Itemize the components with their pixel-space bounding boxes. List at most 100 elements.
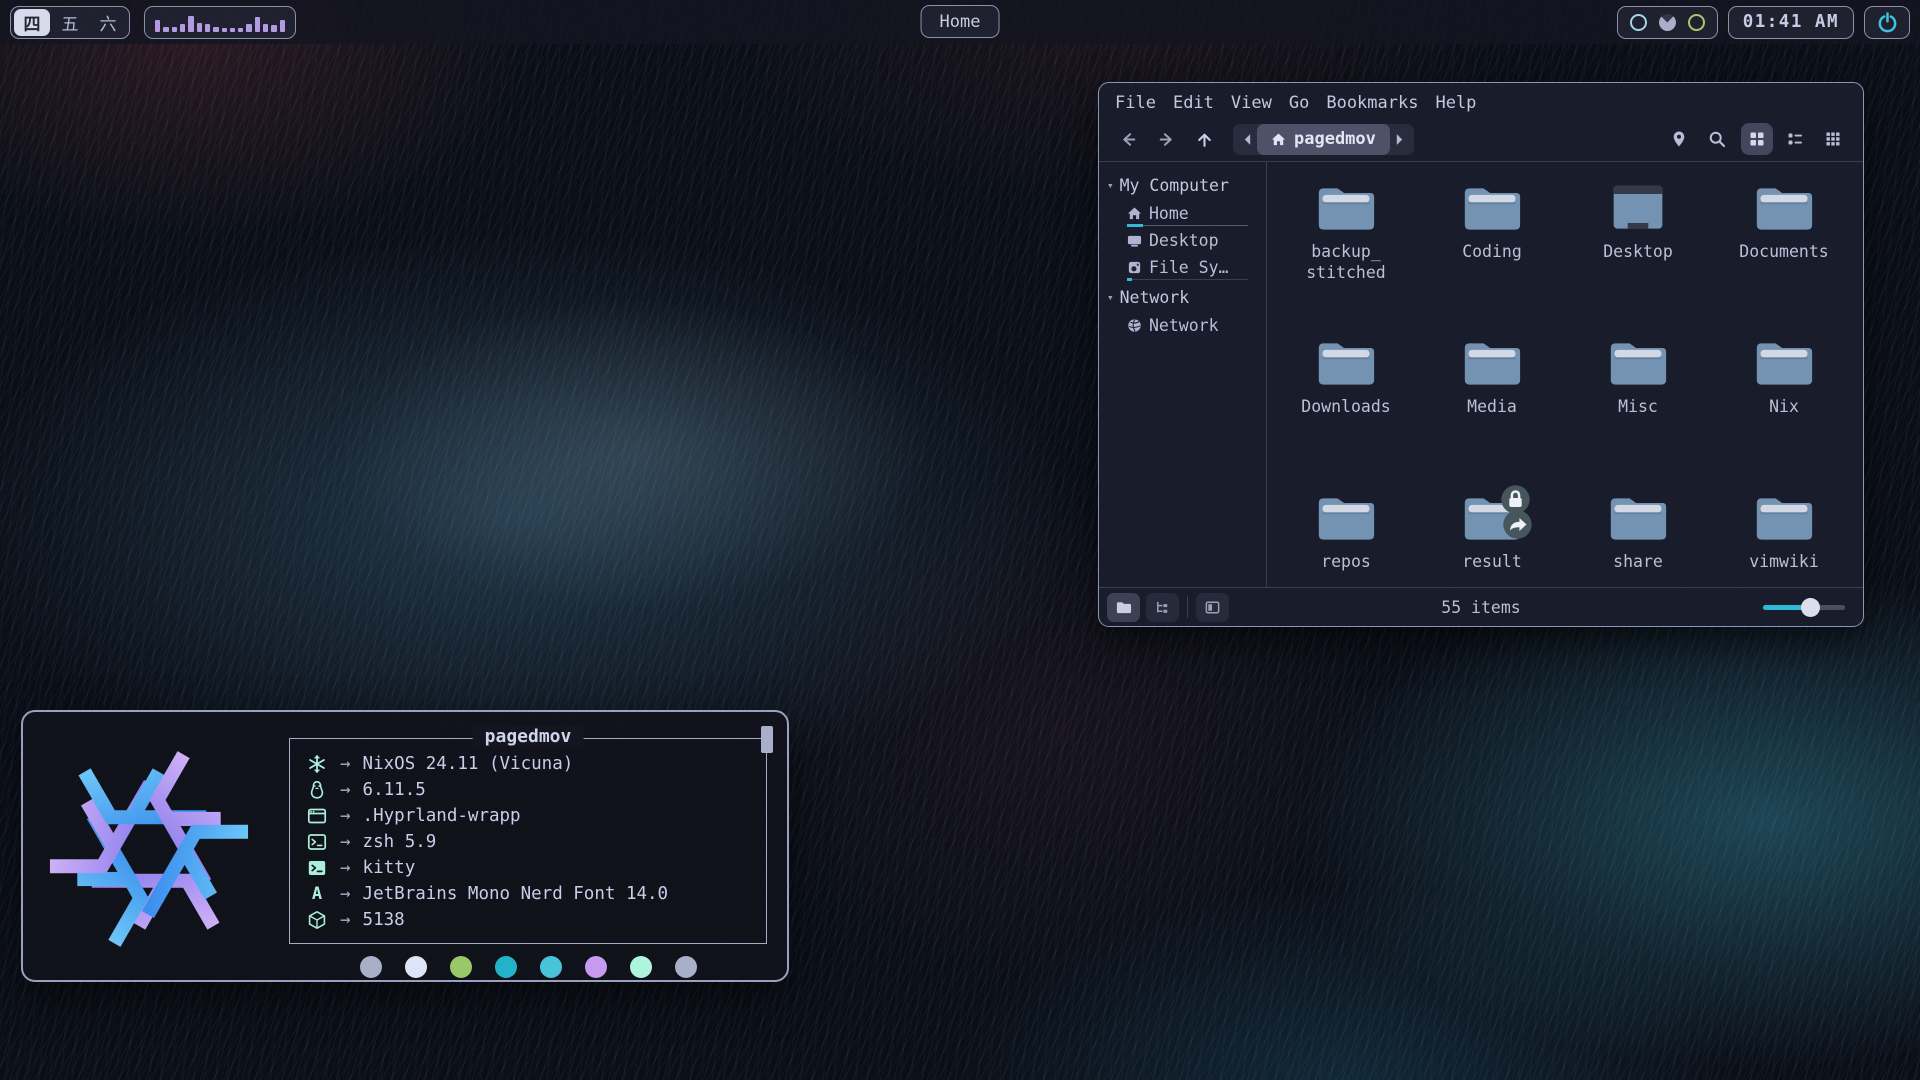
workspace-5[interactable]: 五 — [52, 9, 88, 36]
arrow-glyph: → — [340, 806, 351, 826]
sidebar-section-network[interactable]: ▾ Network — [1107, 284, 1266, 311]
status-ring-icon[interactable] — [1688, 14, 1705, 31]
folder-icon — [1608, 337, 1668, 389]
workspace-4[interactable]: 四 — [14, 9, 50, 36]
folder-label: Coding — [1462, 241, 1522, 262]
visualizer-bar — [188, 16, 193, 32]
fetch-row-kernel: → 6.11.5 — [304, 777, 754, 803]
back-button[interactable] — [1113, 124, 1143, 154]
terminal-palette — [289, 956, 767, 978]
wm-window-icon — [307, 806, 327, 826]
back-icon — [1119, 130, 1138, 149]
fetch-frame: pagedmov → NixOS 24.11 (Vicuna) → 6.11.5… — [289, 738, 767, 944]
folder-icon — [1608, 492, 1668, 544]
visualizer-bar — [230, 28, 235, 32]
grid-view-icon — [1748, 130, 1766, 148]
folder-grid: backup_ stitched Coding Desktop Document… — [1267, 162, 1863, 587]
menu-file[interactable]: File — [1115, 93, 1156, 113]
folder-icon — [1462, 337, 1522, 389]
idle-inhibitor-icon[interactable] — [1630, 14, 1647, 31]
folder-item-desktop[interactable]: Desktop — [1565, 182, 1711, 337]
folder-label: result — [1462, 551, 1522, 572]
folder-label: Documents — [1739, 241, 1828, 262]
location-button[interactable] — [1663, 123, 1695, 155]
font-value: JetBrains Mono Nerd Font 14.0 — [363, 884, 669, 904]
slider-handle[interactable] — [1801, 598, 1820, 617]
folder-label: vimwiki — [1749, 551, 1819, 572]
terminal-window: pagedmov → NixOS 24.11 (Vicuna) → 6.11.5… — [21, 710, 789, 982]
clock[interactable]: 01:41 AM — [1728, 6, 1854, 39]
workspace-6[interactable]: 六 — [90, 9, 126, 36]
menu-view[interactable]: View — [1231, 93, 1272, 113]
palette-dot — [675, 956, 697, 978]
visualizer-bar — [238, 28, 243, 32]
terminal-cursor — [761, 726, 773, 753]
menu-bookmarks[interactable]: Bookmarks — [1326, 93, 1418, 113]
kernel-value: 6.11.5 — [363, 780, 426, 800]
path-scroll-left[interactable] — [1237, 133, 1257, 146]
tux-icon — [307, 780, 327, 800]
section-label: Network — [1120, 288, 1190, 307]
folder-item-misc[interactable]: Misc — [1565, 337, 1711, 492]
sidebar-item-label: File Sy… — [1149, 258, 1228, 277]
drive-icon — [1127, 260, 1142, 275]
section-label: My Computer — [1120, 176, 1229, 195]
sidebar-section-my-computer[interactable]: ▾ My Computer — [1107, 172, 1266, 199]
folder-item-documents[interactable]: Documents — [1711, 182, 1857, 337]
arrow-glyph: → — [340, 754, 351, 774]
sidebar-item-network[interactable]: Network — [1107, 311, 1266, 338]
icon-size-slider[interactable] — [1763, 598, 1845, 616]
chevron-right-icon — [1395, 133, 1404, 146]
folder-item-vimwiki[interactable]: vimwiki — [1711, 492, 1857, 587]
arrow-glyph: → — [340, 780, 351, 800]
up-icon — [1195, 130, 1214, 149]
palette-dot — [585, 956, 607, 978]
forward-button[interactable] — [1151, 124, 1181, 154]
list-view-button[interactable] — [1779, 123, 1811, 155]
palette-dot — [360, 956, 382, 978]
visualizer-bar — [271, 25, 276, 32]
folder-item-media[interactable]: Media — [1419, 337, 1565, 492]
folder-item-coding[interactable]: Coding — [1419, 182, 1565, 337]
folder-item-backup-stitched[interactable]: backup_ stitched — [1273, 182, 1419, 337]
sidebar-item-filesystem[interactable]: File Sy… — [1107, 253, 1266, 280]
tree-pane-button[interactable] — [1146, 593, 1179, 622]
search-button[interactable] — [1701, 123, 1733, 155]
side-panel-icon — [1204, 599, 1221, 616]
menu-help[interactable]: Help — [1435, 93, 1476, 113]
power-button[interactable] — [1864, 6, 1910, 39]
visualizer-bar — [255, 17, 260, 32]
folder-item-result[interactable]: result — [1419, 492, 1565, 587]
sidebar-item-home[interactable]: Home — [1107, 199, 1266, 226]
desktop-folder-icon — [1608, 182, 1668, 234]
up-button[interactable] — [1189, 124, 1219, 154]
package-icon — [307, 910, 327, 930]
sidebar-item-desktop[interactable]: Desktop — [1107, 226, 1266, 253]
menu-edit[interactable]: Edit — [1173, 93, 1214, 113]
toggle-sidepane-button[interactable] — [1196, 593, 1229, 622]
items-count: 55 items — [1441, 598, 1520, 617]
folder-item-nix[interactable]: Nix — [1711, 337, 1857, 492]
search-icon — [1708, 130, 1726, 148]
places-pane-button[interactable] — [1107, 593, 1140, 622]
icon-view-button[interactable] — [1741, 123, 1773, 155]
folder-icon — [1316, 182, 1376, 234]
folder-icon — [1754, 182, 1814, 234]
path-scroll-right[interactable] — [1390, 133, 1410, 146]
selection-underline — [1127, 279, 1248, 280]
menu-go[interactable]: Go — [1289, 93, 1309, 113]
places-sidebar: ▾ My Computer Home Desktop File Sy… ▾ Ne… — [1099, 162, 1267, 587]
active-window-title[interactable]: Home — [921, 5, 1000, 38]
path-segment-home[interactable]: pagedmov — [1257, 124, 1390, 155]
folder-icon — [1754, 337, 1814, 389]
folder-item-downloads[interactable]: Downloads — [1273, 337, 1419, 492]
folder-item-share[interactable]: share — [1565, 492, 1711, 587]
visualizer-bar — [246, 24, 251, 32]
location-pin-icon — [1670, 130, 1688, 148]
pie-indicator-icon[interactable] — [1659, 14, 1676, 31]
compact-view-button[interactable] — [1817, 123, 1849, 155]
folder-item-repos[interactable]: repos — [1273, 492, 1419, 587]
folder-label: Desktop — [1603, 241, 1673, 262]
path-label: pagedmov — [1294, 129, 1376, 149]
palette-dot — [630, 956, 652, 978]
